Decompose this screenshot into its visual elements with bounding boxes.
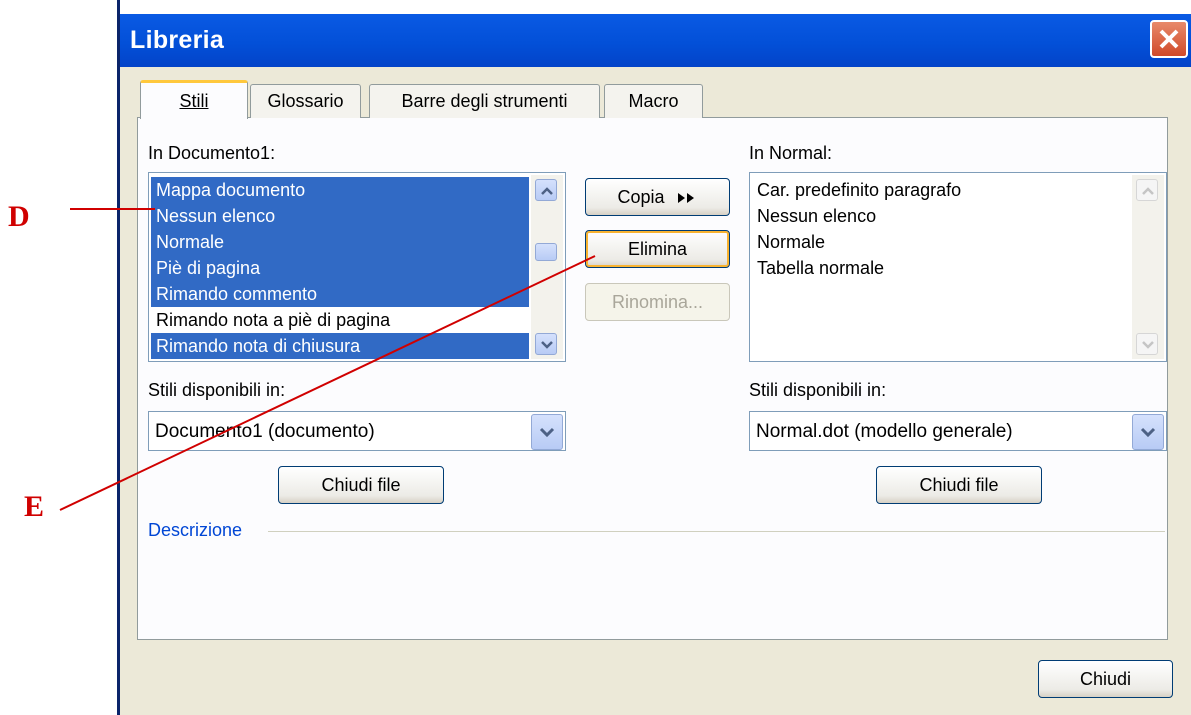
tab-stili[interactable]: Stili: [140, 80, 248, 119]
annotation-line-e: [59, 255, 596, 511]
